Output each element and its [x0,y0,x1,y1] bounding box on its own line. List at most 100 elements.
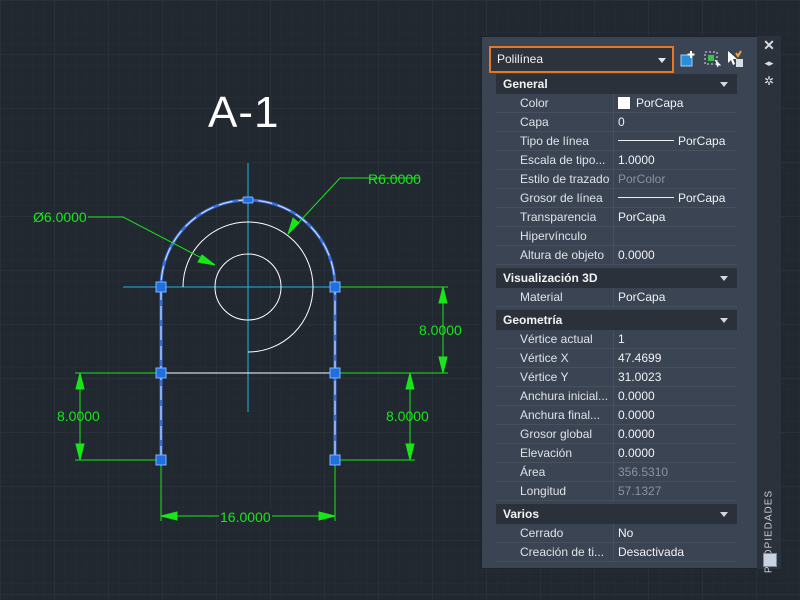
property-row: Creación de ti... Desactivada [496,543,737,562]
property-value-text: 57.1327 [618,484,662,498]
property-label: Anchura inicial... [520,389,609,403]
property-value-text: PorCapa [636,96,684,110]
property-label: Material [520,290,563,304]
property-label: Anchura final... [520,408,601,422]
collapse-chevron-icon[interactable] [720,512,728,517]
property-row: Grosor global 0.0000 [496,425,737,444]
section-header[interactable]: Varios [496,504,737,524]
property-label: Color [520,96,549,110]
property-value[interactable]: 0.0000 [613,246,737,265]
section-header[interactable]: General [496,74,737,94]
object-type-dropdown[interactable]: Polilínea [489,46,674,73]
property-label: Elevación [520,446,573,460]
property-value[interactable]: PorCapa [613,288,737,307]
property-value-text: PorColor [618,172,666,186]
palette-menu-icon[interactable] [763,553,777,567]
property-label: Creación de ti... [520,545,605,559]
property-value[interactable]: 31.0023 [613,368,737,387]
section-title: General [503,77,548,91]
property-row: Cerrado No [496,524,737,543]
property-value[interactable]: 0.0000 [613,387,737,406]
property-value[interactable]: 0.0000 [613,425,737,444]
property-value[interactable]: PorCapa [613,208,737,227]
property-label: Hipervínculo [520,229,587,243]
gear-icon[interactable]: ✲ [762,74,776,88]
property-label: Grosor de línea [520,191,603,205]
property-value[interactable]: 47.4699 [613,349,737,368]
close-icon[interactable]: ✕ [762,38,776,52]
grip [155,281,167,293]
grip [155,367,167,379]
property-label: Tipo de línea [520,134,589,148]
collapse-chevron-icon[interactable] [720,276,728,281]
property-row: Escala de tipo... 1.0000 [496,151,737,170]
property-label: Vértice actual [520,332,593,346]
grip [329,367,341,379]
property-grid: General Color PorCapa Capa 0 Tipo de línea Por… [496,74,737,564]
select-objects-icon[interactable] [703,50,721,68]
quick-select-icon[interactable] [726,50,744,68]
property-row: Altura de objeto 0.0000 [496,246,737,265]
property-row: Estilo de trazado PorColor [496,170,737,189]
property-value[interactable]: 1.0000 [613,151,737,170]
property-value-text: No [618,526,634,540]
property-value-text: 356.5310 [618,465,669,479]
grip [329,281,341,293]
left-lower-dimension-text: 8.0000 [57,408,100,424]
property-value[interactable]: 0.0000 [613,406,737,425]
property-label: Área [520,465,546,479]
property-value-text: 1.0000 [618,153,655,167]
property-row: Color PorCapa [496,94,737,113]
property-value[interactable]: PorCapa [613,94,737,113]
chevron-down-icon [658,58,666,63]
collapse-chevron-icon[interactable] [720,82,728,87]
property-value-text: 0.0000 [618,408,655,422]
property-value[interactable]: No [613,524,737,543]
section-header[interactable]: Visualización 3D [496,268,737,288]
property-row: Material PorCapa [496,288,737,307]
property-label: Altura de objeto [520,248,605,262]
property-value-text: PorCapa [618,290,666,304]
linetype-preview-icon [618,197,674,198]
property-label: Grosor global [520,427,593,441]
grip [329,454,341,466]
property-value[interactable]: PorCapa [613,132,737,151]
property-label: Capa [520,115,549,129]
auto-hide-icon[interactable]: ◂▸ [762,56,776,70]
property-row: Transparencia PorCapa [496,208,737,227]
grip [155,454,167,466]
property-value[interactable]: PorCapa [613,189,737,208]
property-label: Escala de tipo... [520,153,606,167]
section-title: Varios [503,507,540,521]
property-label: Cerrado [520,526,564,540]
property-row: Grosor de línea PorCapa [496,189,737,208]
property-value[interactable] [613,227,737,246]
property-value[interactable]: 0.0000 [613,444,737,463]
property-label: Transparencia [520,210,597,224]
property-value-text: PorCapa [678,134,726,148]
section-header[interactable]: Geometría [496,310,737,330]
property-value-text: 0.0000 [618,427,655,441]
property-value-text: Desactivada [618,545,685,559]
property-row: Anchura final... 0.0000 [496,406,737,425]
property-row: Hipervínculo [496,227,737,246]
right-dimension-text: 8.0000 [419,322,462,338]
property-row: Vértice Y 31.0023 [496,368,737,387]
property-label: Vértice Y [520,370,569,384]
property-row: Área 356.5310 [496,463,737,482]
property-value[interactable]: 0 [613,113,737,132]
toggle-pickadd-icon[interactable] [680,50,698,68]
property-value-text: PorCapa [678,191,726,205]
object-type-value: Polilínea [497,52,544,66]
property-value: 57.1327 [613,482,737,501]
property-row: Elevación 0.0000 [496,444,737,463]
property-row: Vértice actual 1 [496,330,737,349]
palette-side-bar: ✕ ◂▸ ✲ PROPIEDADES [757,36,781,573]
property-value[interactable]: Desactivada [613,543,737,562]
radius-dimension-text: R6.0000 [368,171,421,187]
property-value-text: PorCapa [618,210,666,224]
section-title: Visualización 3D [503,271,598,285]
property-row: Anchura inicial... 0.0000 [496,387,737,406]
property-value[interactable]: 1 [613,330,737,349]
collapse-chevron-icon[interactable] [720,318,728,323]
